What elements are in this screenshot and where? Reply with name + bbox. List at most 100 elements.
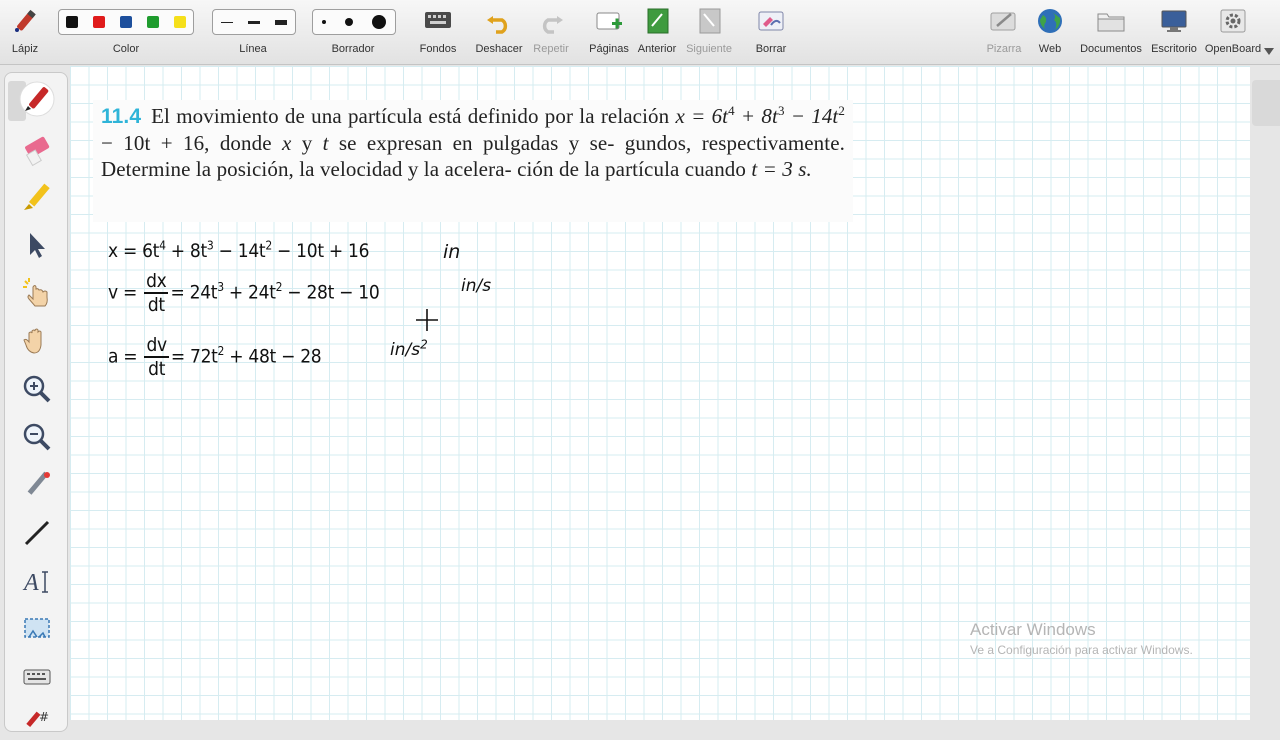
arrow-pointer-icon	[30, 233, 45, 258]
laser-pointer-icon	[27, 471, 50, 495]
frac-numerator: dx	[144, 270, 169, 294]
eraser-group: Borrador	[310, 0, 396, 64]
hand-tool-button[interactable]	[19, 323, 55, 359]
web-button[interactable]: Web	[1030, 0, 1070, 64]
line-tool-button[interactable]	[19, 515, 55, 551]
pen-tool-button[interactable]	[19, 81, 55, 117]
selector-tool-button[interactable]	[19, 227, 55, 263]
problem-eq-part: x = 6t	[675, 104, 729, 128]
eraser-large-option[interactable]	[371, 15, 386, 29]
color-picker	[58, 9, 194, 35]
hw-part: − 10t + 16	[271, 240, 370, 262]
desktop-label: Escritorio	[1151, 43, 1197, 55]
backgrounds-button[interactable]: Fondos	[412, 0, 464, 64]
eraser-label: Borrador	[331, 43, 375, 55]
hw-part: + 8t	[165, 240, 207, 262]
text-icon: A	[22, 570, 48, 596]
hw-part: + 24t	[223, 281, 276, 304]
main-toolbar: Lápiz Color Línea Borrador Fondos Deshac…	[0, 0, 1280, 65]
openboard-menu-button[interactable]: OpenBoard	[1202, 0, 1264, 64]
position-unit: in	[443, 241, 461, 263]
color-swatch-blue[interactable]	[119, 16, 132, 28]
toolbar-expand-icon[interactable]	[1264, 48, 1274, 55]
board-mode-button[interactable]: Pizarra	[980, 0, 1028, 64]
capture-tool-button[interactable]	[19, 611, 55, 647]
hw-part: − 28t − 10	[282, 281, 380, 304]
pen-grid-icon: #	[26, 710, 49, 728]
problem-exponent: 2	[838, 103, 845, 118]
board-icon	[990, 12, 1016, 31]
keyboard-grid-icon	[425, 12, 451, 28]
color-swatch-green[interactable]	[146, 16, 159, 28]
acceleration-unit-exp: 2	[420, 337, 428, 352]
problem-number: 11.4	[101, 105, 142, 128]
color-swatch-yellow[interactable]	[173, 16, 186, 28]
eraser-tool-button[interactable]	[19, 131, 55, 167]
zoom-out-tool-button[interactable]	[19, 419, 55, 455]
add-page-icon	[596, 12, 622, 30]
hand-icon	[23, 328, 42, 354]
windows-activation-subtitle: Ve a Configuración para activar Windows.	[970, 643, 1193, 657]
hw-part: − 14t	[213, 240, 266, 262]
red-pen-icon	[19, 81, 55, 117]
right-panel-toggle[interactable]	[1252, 80, 1280, 126]
velocity-equation: v = dx dt = 24t3 + 24t2 − 28t − 10	[108, 270, 380, 316]
board-label: Pizarra	[986, 43, 1022, 55]
undo-button[interactable]: Deshacer	[474, 0, 524, 64]
desktop-button[interactable]: Escritorio	[1148, 0, 1200, 64]
problem-variable: x	[281, 131, 292, 155]
line-width-picker	[212, 9, 296, 35]
pointing-hand-icon	[23, 278, 48, 307]
svg-text:#: #	[39, 710, 49, 724]
clear-button[interactable]: Borrar	[748, 0, 794, 64]
previous-page-button[interactable]: Anterior	[634, 0, 680, 64]
redo-button[interactable]: Repetir	[528, 0, 574, 64]
screen-capture-icon	[24, 618, 50, 638]
hw-part: a =	[108, 345, 138, 368]
acceleration-equation: a = dv dt = 72t2 + 48t − 28	[108, 334, 322, 380]
line-thin-option[interactable]	[220, 21, 233, 23]
acceleration-unit-base: in/s	[390, 340, 421, 360]
laser-pointer-tool-button[interactable]	[19, 467, 55, 503]
velocity-unit: in/s	[461, 276, 492, 296]
text-tool-button[interactable]: A	[19, 563, 55, 599]
problem-text-part: − 10t + 16, donde	[101, 131, 282, 155]
problem-line-1: El movimiento de una partícula está defi…	[151, 104, 670, 128]
keyboard-tool-button[interactable]	[19, 659, 55, 695]
redo-icon	[542, 16, 563, 34]
undo-icon	[487, 16, 508, 34]
color-swatch-black[interactable]	[66, 16, 79, 28]
position-equation: x = 6t4 + 8t3 − 14t2 − 10t + 16	[108, 240, 369, 262]
pen-tool[interactable]: Lápiz	[0, 0, 50, 64]
clear-board-icon	[758, 11, 784, 31]
documents-button[interactable]: Documentos	[1078, 0, 1144, 64]
eraser-small-option[interactable]	[322, 20, 327, 24]
globe-icon	[1038, 9, 1062, 33]
zoom-in-tool-button[interactable]	[19, 371, 55, 407]
draw-grid-tool-button[interactable]: #	[19, 699, 55, 735]
problem-exponent: 3	[777, 103, 785, 118]
highlighter-tool-button[interactable]	[19, 179, 55, 215]
hw-part: = 24t	[170, 281, 218, 304]
openboard-label: OpenBoard	[1204, 43, 1262, 55]
pages-button[interactable]: Páginas	[586, 0, 632, 64]
virtual-keyboard-icon	[23, 669, 51, 685]
line-thick-option[interactable]	[275, 19, 288, 25]
hw-exp: 3	[217, 280, 224, 295]
eraser-icon	[25, 136, 50, 167]
acceleration-derivative: dv dt	[144, 334, 169, 380]
velocity-derivative: dx dt	[144, 270, 169, 316]
eraser-medium-option[interactable]	[344, 18, 353, 26]
problem-statement: 11.4 El movimiento de una partícula está …	[101, 103, 845, 182]
backgrounds-label: Fondos	[419, 43, 457, 55]
previous-page-icon	[647, 8, 669, 34]
interact-tool-button[interactable]	[19, 275, 55, 311]
folder-icon	[1097, 13, 1125, 32]
color-swatch-red[interactable]	[93, 16, 106, 28]
line-medium-option[interactable]	[247, 20, 260, 24]
frac-denominator: dt	[148, 358, 166, 380]
acceleration-unit: in/s2	[390, 337, 428, 360]
zoom-in-icon	[23, 375, 51, 403]
problem-text-part: se expresan en pulgadas y se-	[328, 131, 615, 155]
next-page-button[interactable]: Siguiente	[684, 0, 734, 64]
